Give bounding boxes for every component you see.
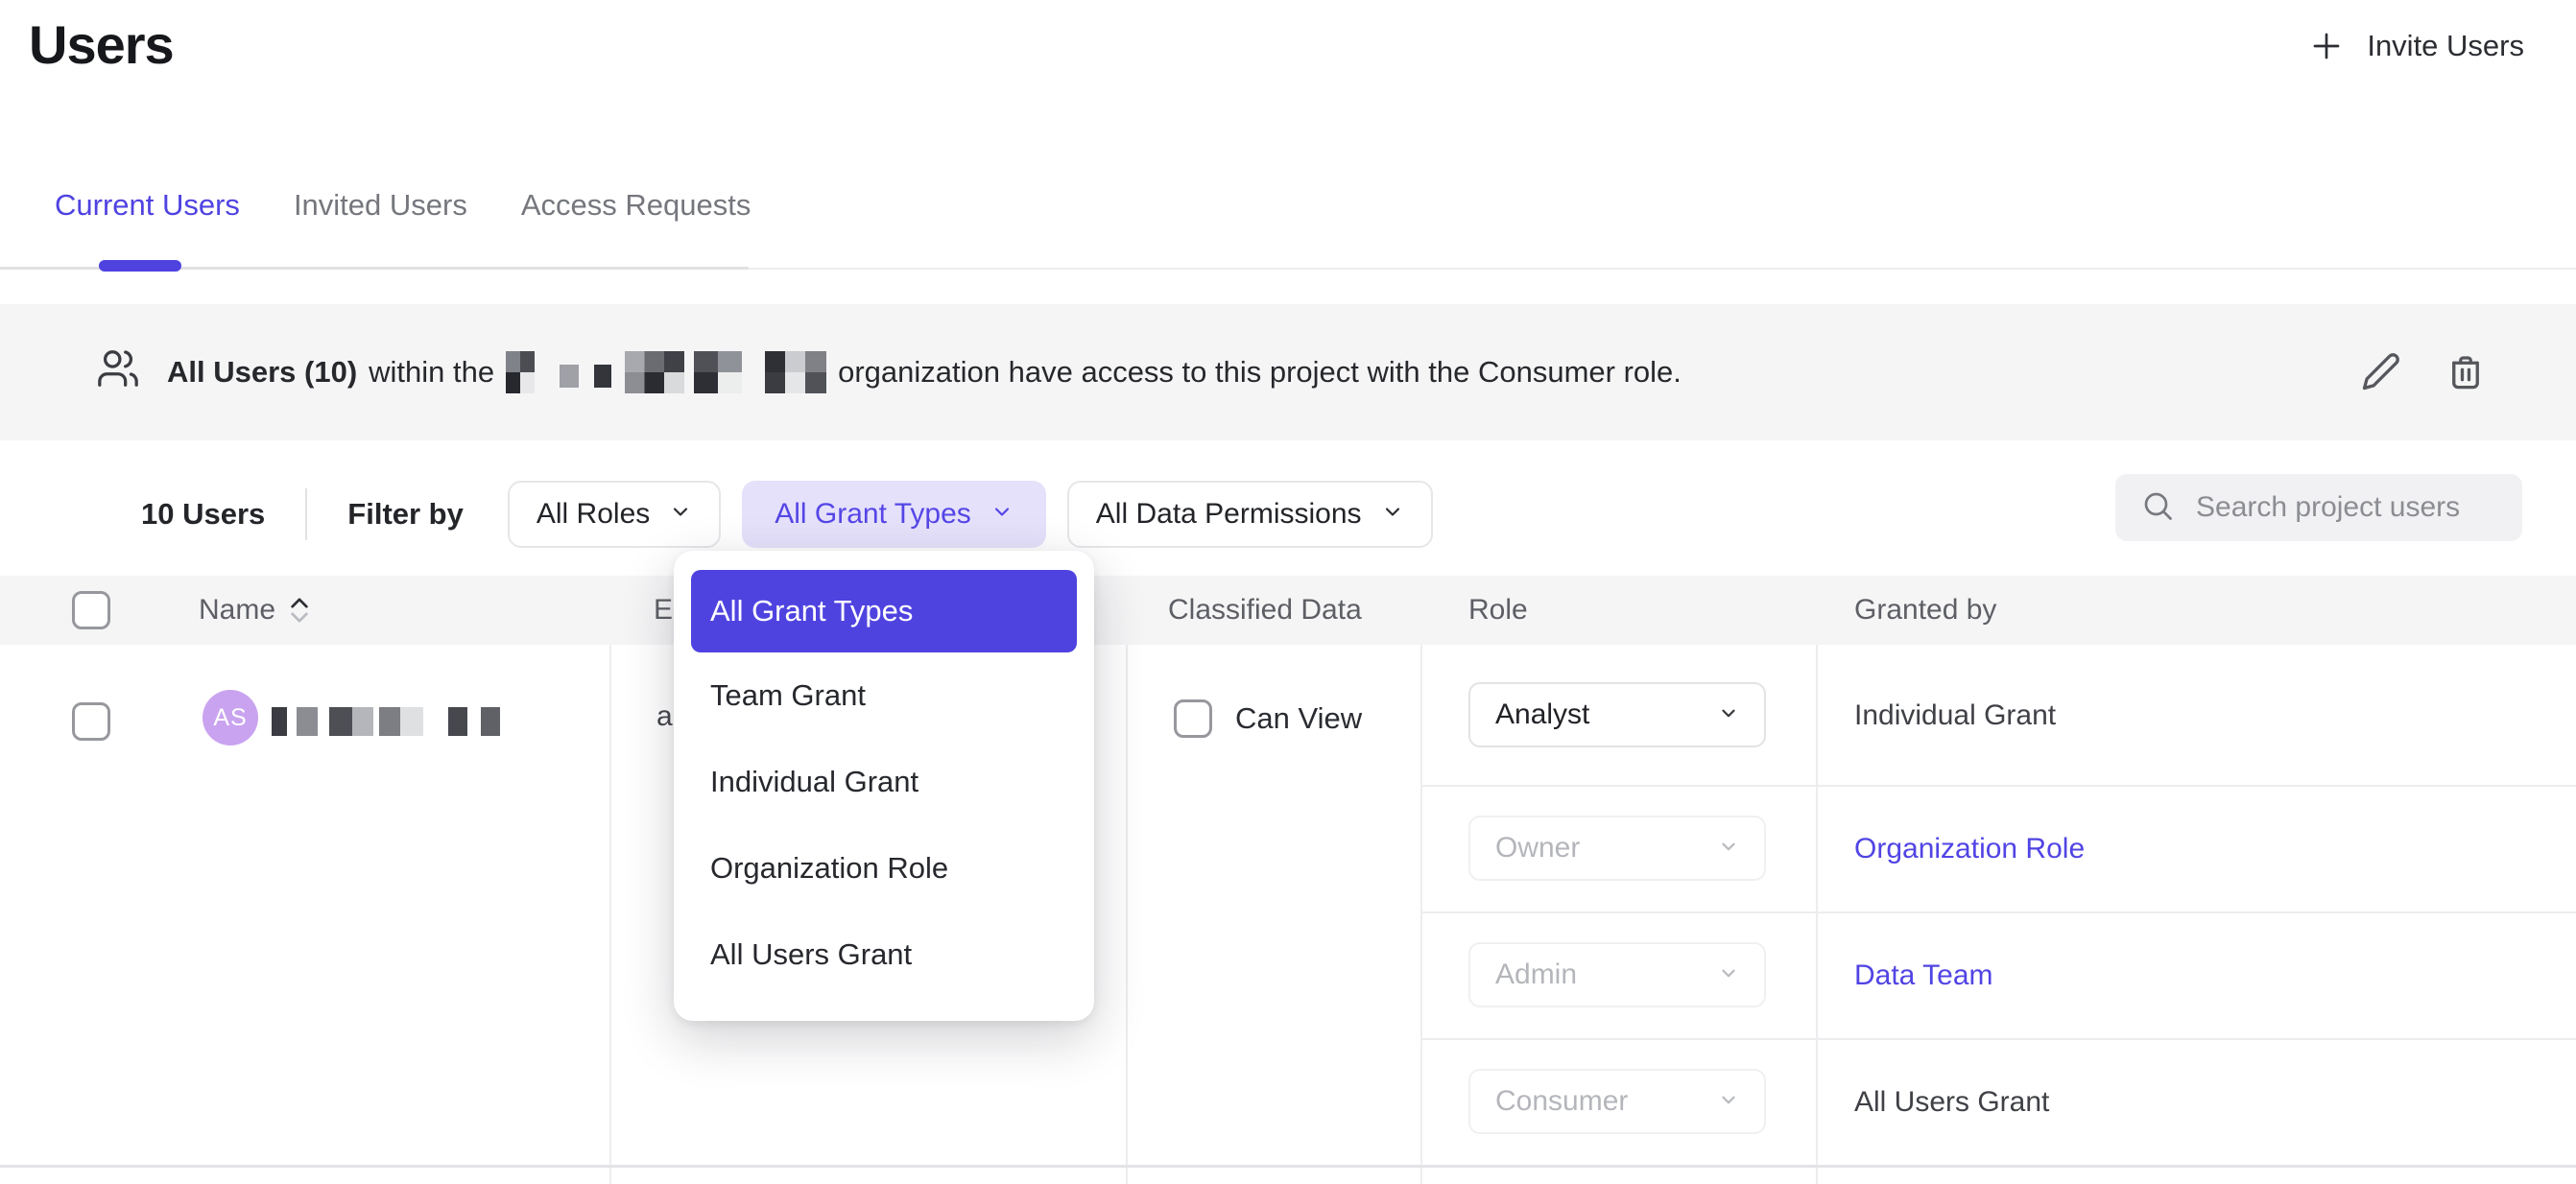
chevron-down-icon xyxy=(990,498,1014,531)
grant-types-dropdown-menu: All Grant Types Team Grant Individual Gr… xyxy=(674,551,1094,1021)
redacted-user-name xyxy=(272,707,500,736)
dropdown-item-all-users-grant[interactable]: All Users Grant xyxy=(691,912,1077,998)
role-select-analyst[interactable]: Analyst xyxy=(1468,682,1766,747)
page-title: Users xyxy=(29,13,174,76)
granted-by-all-users-grant: All Users Grant xyxy=(1854,1086,2049,1119)
role-value: Analyst xyxy=(1495,699,1589,731)
pencil-icon xyxy=(2361,351,2401,394)
role-select-owner[interactable]: Owner xyxy=(1468,816,1766,881)
chevron-down-icon xyxy=(1381,498,1404,531)
invite-users-label: Invite Users xyxy=(2367,29,2524,63)
role-select-admin[interactable]: Admin xyxy=(1468,942,1766,1007)
filter-row: 10 Users Filter by All Roles All Grant T… xyxy=(0,461,2576,568)
plus-icon xyxy=(2309,29,2344,63)
dropdown-item-individual-grant[interactable]: Individual Grant xyxy=(691,739,1077,825)
chevron-down-icon xyxy=(1718,959,1739,991)
filter-by-label: Filter by xyxy=(347,497,464,532)
sort-icon xyxy=(289,597,310,624)
grant-row-divider xyxy=(1420,785,2576,787)
trash-icon xyxy=(2445,351,2486,394)
chevron-down-icon xyxy=(1718,699,1739,731)
all-data-permissions-label: All Data Permissions xyxy=(1096,498,1362,531)
edit-grant-button[interactable] xyxy=(2361,351,2401,394)
search-input[interactable] xyxy=(2196,491,2497,524)
tab-access-requests[interactable]: Access Requests xyxy=(521,188,751,223)
tab-invited-users[interactable]: Invited Users xyxy=(294,188,467,223)
redacted-organization-name xyxy=(506,351,826,393)
invite-users-button[interactable]: Invite Users xyxy=(2309,29,2524,63)
users-icon xyxy=(96,346,140,398)
delete-grant-button[interactable] xyxy=(2445,351,2486,394)
table-body: AS a Can View xyxy=(0,645,2576,1184)
role-column-header: Role xyxy=(1468,576,1528,645)
name-header-label: Name xyxy=(199,594,275,627)
granted-by-individual-grant: Individual Grant xyxy=(1854,699,2056,732)
tab-current-users[interactable]: Current Users xyxy=(55,188,240,223)
classified-data-cell: Can View xyxy=(1174,699,1362,738)
column-divider xyxy=(1420,645,1422,1184)
users-count: 10 Users xyxy=(141,497,265,532)
grant-row-divider xyxy=(1420,912,2576,913)
all-grant-types-label: All Grant Types xyxy=(775,498,971,531)
grant-row-divider xyxy=(1420,1038,2576,1040)
can-view-checkbox[interactable] xyxy=(1174,699,1212,738)
column-divider xyxy=(609,645,611,1184)
chevron-down-icon xyxy=(1718,1085,1739,1118)
all-users-banner: All Users (10) within the organization h… xyxy=(0,304,2576,440)
role-value: Admin xyxy=(1495,959,1577,991)
banner-bold-text: All Users (10) xyxy=(167,355,357,390)
all-roles-label: All Roles xyxy=(537,498,650,531)
role-select-consumer[interactable]: Consumer xyxy=(1468,1069,1766,1134)
dropdown-item-organization-role[interactable]: Organization Role xyxy=(691,825,1077,912)
email-partial: a xyxy=(656,700,673,733)
user-row-divider xyxy=(0,1165,2576,1168)
granted-by-column-header: Granted by xyxy=(1854,576,1996,645)
email-column-header-partial: E xyxy=(654,576,673,645)
banner-rest-text: organization have access to this project… xyxy=(838,355,1682,390)
banner-mid-text: within the xyxy=(369,355,494,390)
role-value: Consumer xyxy=(1495,1085,1628,1118)
dropdown-item-team-grant[interactable]: Team Grant xyxy=(691,652,1077,739)
all-grant-types-filter[interactable]: All Grant Types xyxy=(742,481,1046,548)
all-data-permissions-filter[interactable]: All Data Permissions xyxy=(1067,481,1433,548)
dropdown-item-all-grant-types[interactable]: All Grant Types xyxy=(691,570,1077,652)
can-view-label: Can View xyxy=(1235,701,1362,736)
vertical-divider xyxy=(305,488,307,540)
search-project-users[interactable] xyxy=(2115,474,2522,541)
search-icon xyxy=(2140,488,2175,528)
users-page: Users Invite Users Current Users Invited… xyxy=(0,0,2576,1184)
chevron-down-icon xyxy=(1718,832,1739,864)
all-roles-filter[interactable]: All Roles xyxy=(508,481,721,548)
row-checkbox[interactable] xyxy=(72,702,110,741)
column-divider xyxy=(1816,645,1818,1184)
select-all-checkbox[interactable] xyxy=(72,591,110,629)
chevron-down-icon xyxy=(669,498,692,531)
banner-actions xyxy=(2361,304,2486,440)
table-header: Name E Classified Data Role Granted by xyxy=(0,576,2576,645)
avatar: AS xyxy=(203,690,258,746)
active-tab-indicator xyxy=(99,260,181,272)
granted-by-organization-role-link[interactable]: Organization Role xyxy=(1854,833,2085,865)
tab-bar: Current Users Invited Users Access Reque… xyxy=(55,188,751,223)
granted-by-data-team-link[interactable]: Data Team xyxy=(1854,959,1993,992)
all-users-banner-text: All Users (10) within the organization h… xyxy=(96,304,1682,440)
role-value: Owner xyxy=(1495,832,1580,864)
column-divider xyxy=(1126,645,1128,1184)
classified-data-column-header: Classified Data xyxy=(1168,576,1362,645)
name-column-header[interactable]: Name xyxy=(199,576,310,645)
